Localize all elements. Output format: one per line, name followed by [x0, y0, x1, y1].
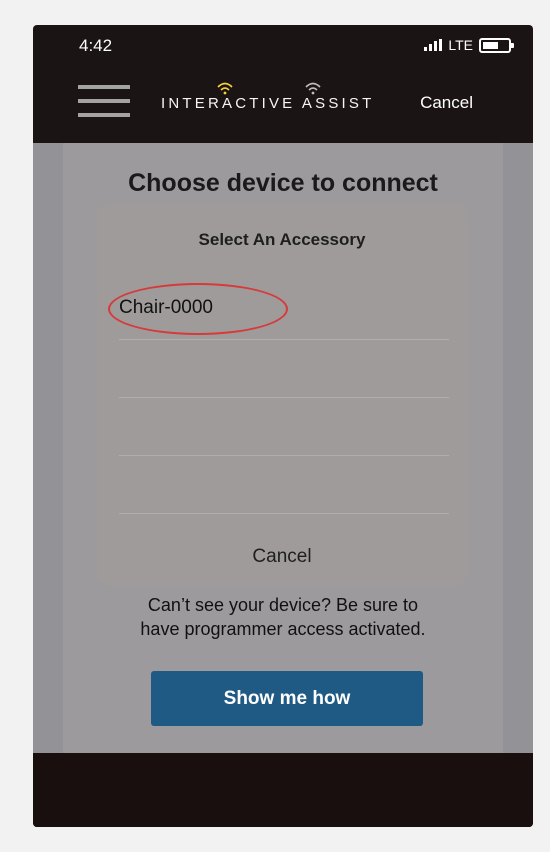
show-me-how-button[interactable]: Show me how	[151, 671, 423, 726]
signal-icon	[424, 39, 443, 51]
hamburger-icon[interactable]	[78, 83, 130, 119]
help-text-line-1: Can’t see your device? Be sure to	[147, 595, 419, 615]
help-text-line-2: have programmer access activated.	[140, 619, 426, 639]
nav-cancel-button[interactable]: Cancel	[420, 93, 473, 113]
help-text: Can’t see your device? Be sure to have p…	[33, 593, 533, 641]
accessory-picker: Select An Accessory Chair-0000 Cancel	[97, 203, 467, 586]
main-content: Choose device to connect Select An Acces…	[33, 143, 533, 753]
list-separator	[119, 397, 449, 398]
status-time: 4:42	[79, 36, 113, 55]
list-separator	[119, 513, 449, 514]
wave-icon	[217, 82, 233, 95]
battery-icon	[479, 37, 514, 53]
status-bar: 4:42 LTE	[33, 25, 533, 65]
brand-logo: INTERACTIVE ASSIST	[161, 82, 391, 123]
accessory-picker-title: Select An Accessory	[198, 230, 366, 249]
list-separator	[119, 455, 449, 456]
page-title: Choose device to connect	[128, 169, 438, 197]
status-indicators: LTE	[424, 37, 514, 53]
phone-frame: 4:42 LTE INTERACTIVE ASSIST Cancel Choos…	[33, 25, 533, 827]
sheet-cancel-button[interactable]: Cancel	[97, 546, 467, 568]
device-row-chair[interactable]: Chair-0000	[108, 283, 449, 339]
top-nav: INTERACTIVE ASSIST Cancel	[33, 65, 533, 143]
wave-icon	[305, 82, 321, 95]
network-label: LTE	[448, 37, 473, 53]
device-label: Chair-0000	[119, 297, 213, 318]
bottom-bar	[33, 753, 533, 827]
list-separator	[119, 339, 449, 340]
brand-name: INTERACTIVE ASSIST	[161, 95, 375, 112]
